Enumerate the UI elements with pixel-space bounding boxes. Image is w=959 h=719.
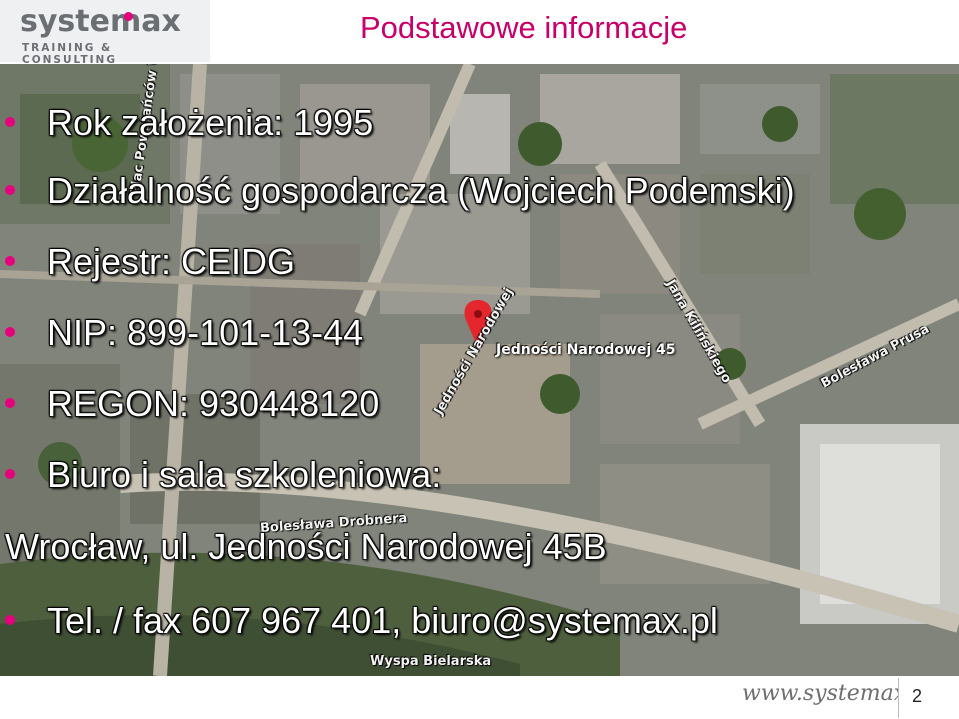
bullet-office: Biuro i sala szkoleniowa: — [47, 454, 442, 495]
bullet-regon: REGON: 930448120 — [47, 383, 380, 424]
bullet-marker — [5, 256, 15, 266]
bullet-list: Rok założenia: 1995 Działalność gospodar… — [0, 0, 959, 719]
bullet-marker — [5, 185, 15, 195]
bullet-business-activity: Działalność gospodarcza (Wojciech Podems… — [47, 170, 795, 211]
bullet-register: Rejestr: CEIDG — [47, 241, 296, 282]
bullet-marker — [5, 117, 15, 127]
bullet-contact: Tel. / fax 607 967 401, biuro@systemax.p… — [47, 600, 718, 641]
bullet-marker — [5, 398, 15, 408]
bullet-marker — [5, 615, 15, 625]
office-address: Wrocław, ul. Jedności Narodowej 45B — [5, 526, 607, 567]
bullet-founding-year: Rok założenia: 1995 — [47, 102, 374, 143]
bullet-marker — [5, 327, 15, 337]
bullet-nip: NIP: 899-101-13-44 — [47, 312, 364, 353]
bullet-marker — [5, 469, 15, 479]
page-number: 2 — [912, 686, 923, 706]
page-number-box — [898, 678, 959, 718]
